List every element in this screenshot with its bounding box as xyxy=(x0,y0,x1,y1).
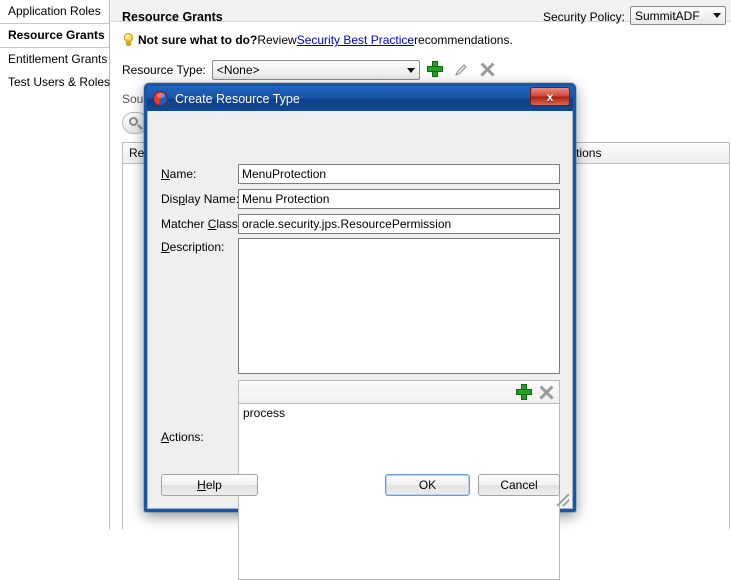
sidebar: Application Roles Resource Grants Entitl… xyxy=(0,0,110,529)
resource-type-row: Resource Type: <None> xyxy=(122,60,498,80)
sidebar-item-label: Application Roles xyxy=(8,4,101,18)
display-name-input[interactable]: Menu Protection xyxy=(238,189,560,209)
hint-tail-text: recommendations. xyxy=(414,33,513,47)
name-input[interactable]: MenuProtection xyxy=(238,164,560,184)
search-handle xyxy=(137,124,143,130)
matcher-class-field-row: Matcher Class: oracle.security.jps.Resou… xyxy=(148,213,572,235)
close-icon[interactable]: x xyxy=(530,87,570,106)
plus-icon[interactable] xyxy=(515,383,534,402)
resize-grip[interactable] xyxy=(557,494,569,506)
dialog-button-bar: Help OK Cancel xyxy=(148,474,572,498)
security-policy-value: SummitADF xyxy=(635,8,700,23)
actions-label: Actions: xyxy=(161,430,204,444)
plus-icon[interactable] xyxy=(426,60,446,80)
chevron-down-icon xyxy=(713,13,721,18)
pencil-icon[interactable] xyxy=(452,60,472,80)
dialog-body: Name: MenuProtection Display Name: Menu … xyxy=(147,111,573,580)
hint-middle-text: Review xyxy=(257,33,297,47)
resource-type-value: <None> xyxy=(216,63,260,77)
sidebar-item-label: Resource Grants xyxy=(8,28,105,42)
pencil-icon-svg xyxy=(454,64,467,76)
sidebar-item-application-roles[interactable]: Application Roles xyxy=(0,0,109,23)
chevron-down-icon xyxy=(406,67,415,73)
security-best-practice-link[interactable]: Security Best Practice xyxy=(297,33,414,47)
source-label: Sou xyxy=(122,92,144,106)
actions-toolbar xyxy=(239,381,559,404)
x-icon[interactable] xyxy=(478,60,498,80)
lightbulb-icon xyxy=(122,33,135,47)
display-name-field-row: Display Name: Menu Protection xyxy=(148,188,572,210)
page-title: Resource Grants xyxy=(122,10,223,24)
column-header-actions[interactable]: Actions xyxy=(556,143,729,163)
description-label: Description: xyxy=(161,240,225,254)
display-name-label: Display Name: xyxy=(161,192,240,206)
sidebar-item-label: Test Users & Roles xyxy=(8,75,111,89)
name-label: Name: xyxy=(161,167,197,181)
sidebar-item-entitlement-grants[interactable]: Entitlement Grants xyxy=(0,48,109,71)
x-icon[interactable] xyxy=(537,383,556,402)
security-policy-dropdown[interactable]: SummitADF xyxy=(630,6,726,25)
sidebar-item-test-users-roles[interactable]: Test Users & Roles xyxy=(0,71,111,94)
ok-button[interactable]: OK xyxy=(385,474,470,496)
dialog-title: Create Resource Type xyxy=(175,91,300,106)
hint-line: Not sure what to do? Review Security Bes… xyxy=(122,33,513,47)
resource-type-label: Resource Type: xyxy=(122,63,206,77)
name-field-row: Name: MenuProtection xyxy=(148,163,572,185)
list-item[interactable]: process xyxy=(241,406,559,421)
sidebar-item-resource-grants[interactable]: Resource Grants xyxy=(0,23,109,48)
help-button[interactable]: Help xyxy=(161,474,258,496)
description-textarea[interactable] xyxy=(238,238,560,374)
oracle-icon xyxy=(153,91,168,106)
security-policy-label: Security Policy: xyxy=(542,10,625,24)
hint-bold-text: Not sure what to do? xyxy=(138,33,258,47)
resource-type-dropdown[interactable]: <None> xyxy=(211,60,420,80)
cancel-button[interactable]: Cancel xyxy=(478,474,560,496)
dialog-title-bar[interactable]: Create Resource Type x xyxy=(147,86,573,111)
create-resource-type-dialog: Create Resource Type x Name: MenuProtect… xyxy=(144,83,576,580)
sidebar-item-label: Entitlement Grants xyxy=(8,52,108,66)
matcher-class-input[interactable]: oracle.security.jps.ResourcePermission xyxy=(238,214,560,234)
matcher-class-label: Matcher Class: xyxy=(161,217,242,231)
